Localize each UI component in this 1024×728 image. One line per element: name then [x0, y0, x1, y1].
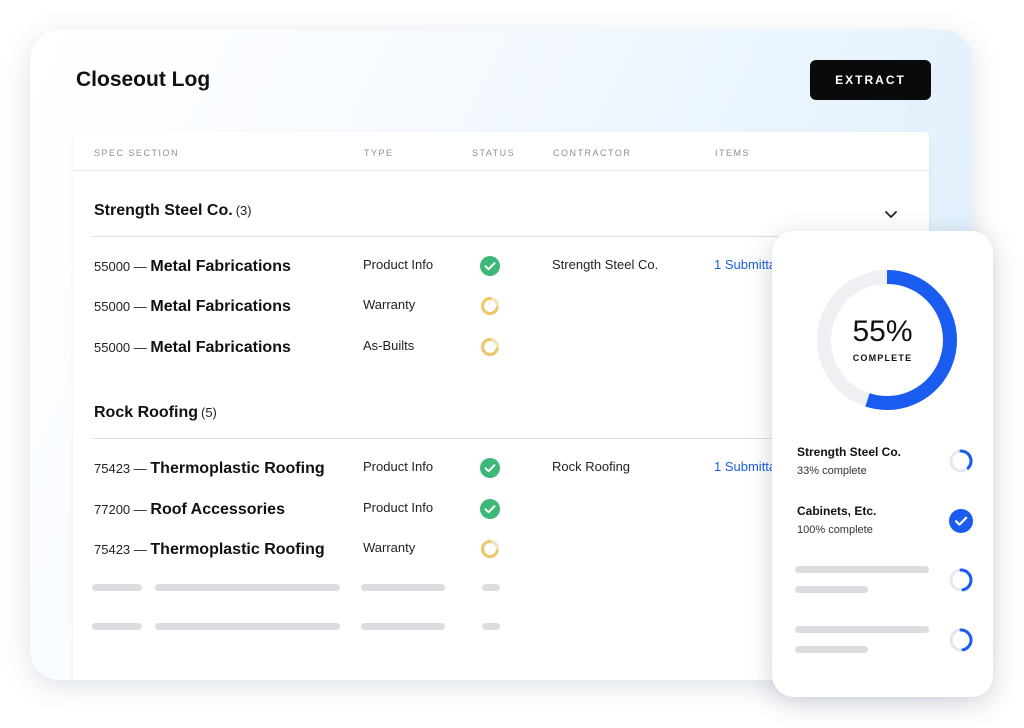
group-count: (5) [201, 405, 217, 420]
loading-ring-icon [481, 540, 499, 558]
column-header-spec-section: SPEC SECTION [94, 148, 180, 158]
page-title: Closeout Log [76, 68, 211, 91]
group-name: Strength Steel Co. [94, 202, 233, 219]
skeleton-placeholder [482, 623, 500, 630]
check-circle-icon [480, 458, 500, 478]
contractor-cell: Strength Steel Co. [552, 257, 659, 272]
group-title-strength-steel[interactable]: Strength Steel Co. (3) [94, 202, 252, 220]
spec-code: 55000 — [94, 340, 147, 355]
contractor-progress-text: 33% complete [797, 465, 867, 477]
type-cell: As-Builts [363, 338, 415, 353]
skeleton-placeholder [361, 584, 445, 591]
contractor-progress-name: Strength Steel Co. [797, 445, 902, 459]
contractor-progress-name: Cabinets, Etc. [797, 504, 877, 518]
spec-name: Metal Fabrications [150, 339, 291, 356]
group-title-rock-roofing[interactable]: Rock Roofing (5) [94, 404, 217, 422]
items-link[interactable]: 1 Submittal [714, 459, 779, 474]
column-header-contractor: CONTRACTOR [553, 148, 632, 158]
spec-code: 55000 — [94, 299, 147, 314]
spec-section-cell: 75423 — Thermoplastic Roofing [94, 460, 325, 478]
column-header-type: TYPE [364, 148, 394, 158]
spec-name: Roof Accessories [150, 501, 285, 518]
spec-name: Thermoplastic Roofing [150, 541, 325, 558]
skeleton-placeholder [795, 646, 868, 653]
group-name: Rock Roofing [94, 404, 198, 421]
loading-ring-icon [949, 449, 973, 473]
type-cell: Warranty [363, 297, 416, 312]
spec-section-cell: 77200 — Roof Accessories [94, 501, 285, 519]
spec-section-cell: 55000 — Metal Fabrications [94, 339, 291, 357]
check-circle-icon [949, 509, 973, 533]
loading-ring-icon [481, 297, 499, 315]
chevron-down-icon[interactable] [881, 204, 901, 224]
skeleton-placeholder [155, 584, 340, 591]
skeleton-placeholder [795, 586, 868, 593]
spec-code: 75423 — [94, 542, 147, 557]
type-cell: Product Info [363, 257, 434, 272]
skeleton-placeholder [795, 566, 929, 573]
spec-code: 77200 — [94, 502, 147, 517]
contractor-cell: Rock Roofing [552, 459, 631, 474]
extract-button[interactable]: EXTRACT [810, 60, 931, 100]
skeleton-placeholder [795, 626, 929, 633]
type-cell: Product Info [363, 500, 434, 515]
items-link[interactable]: 1 Submittal [714, 257, 779, 272]
skeleton-placeholder [482, 584, 500, 591]
spec-name: Metal Fabrications [150, 258, 291, 275]
completion-percent: 55% [852, 315, 913, 348]
loading-ring-icon [949, 568, 973, 592]
spec-code: 75423 — [94, 461, 147, 476]
spec-section-cell: 55000 — Metal Fabrications [94, 298, 291, 316]
progress-card: 55% COMPLETE Strength Steel Co. 33% comp… [772, 231, 993, 697]
spec-section-cell: 75423 — Thermoplastic Roofing [94, 541, 325, 559]
type-cell: Warranty [363, 540, 416, 555]
check-circle-icon [480, 499, 500, 519]
spec-name: Metal Fabrications [150, 298, 291, 315]
skeleton-placeholder [92, 623, 142, 630]
contractor-progress-text: 100% complete [797, 524, 873, 536]
spec-name: Thermoplastic Roofing [150, 460, 325, 477]
loading-ring-icon [949, 628, 973, 652]
type-cell: Product Info [363, 459, 434, 474]
spec-section-cell: 55000 — Metal Fabrications [94, 258, 291, 276]
group-count: (3) [235, 203, 252, 218]
skeleton-placeholder [92, 584, 142, 591]
spec-code: 55000 — [94, 259, 147, 274]
skeleton-placeholder [155, 623, 340, 630]
loading-ring-icon [481, 338, 499, 356]
check-circle-icon [480, 256, 500, 276]
column-header-items: ITEMS [715, 148, 751, 158]
skeleton-placeholder [361, 623, 445, 630]
completion-label: COMPLETE [852, 353, 913, 363]
column-header-status: STATUS [472, 148, 516, 158]
header-divider [73, 170, 929, 171]
